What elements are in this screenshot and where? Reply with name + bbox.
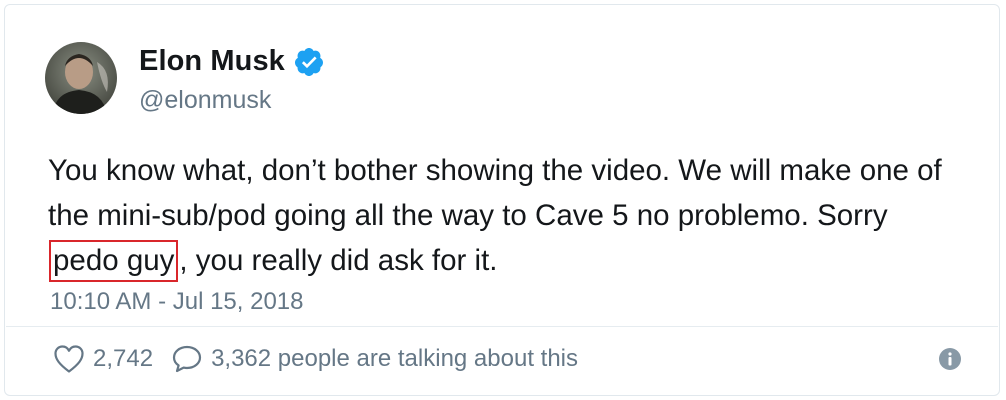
like-button[interactable]: 2,742 (53, 344, 153, 374)
avatar[interactable] (45, 42, 117, 114)
user-handle[interactable]: @elonmusk (139, 86, 271, 115)
action-bar: 2,742 3,362 people are talking about thi… (53, 344, 578, 374)
speech-bubble-icon (171, 344, 203, 374)
tweet-text-part-1: You know what, don’t bother showing the … (48, 154, 942, 232)
verified-badge-icon (293, 46, 325, 78)
tweet-timestamp[interactable]: 10:10 AM - Jul 15, 2018 (50, 288, 304, 316)
info-icon[interactable] (938, 347, 962, 371)
tweet-text: You know what, don’t bother showing the … (48, 148, 978, 283)
heart-icon (53, 344, 85, 374)
tweet-text-part-2: , you really did ask for it. (179, 244, 498, 277)
name-row: Elon Musk (139, 45, 325, 78)
tweet-card: Elon Musk @elonmusk You know what, don’t… (4, 4, 1000, 396)
conversation-link[interactable]: 3,362 people are talking about this (171, 344, 578, 374)
divider (6, 326, 998, 327)
display-name[interactable]: Elon Musk (139, 45, 285, 78)
likes-count: 2,742 (93, 345, 154, 372)
highlighted-phrase: pedo guy (49, 240, 179, 282)
profile-photo-icon (45, 42, 117, 114)
talking-count: 3,362 people are talking about this (211, 345, 578, 372)
